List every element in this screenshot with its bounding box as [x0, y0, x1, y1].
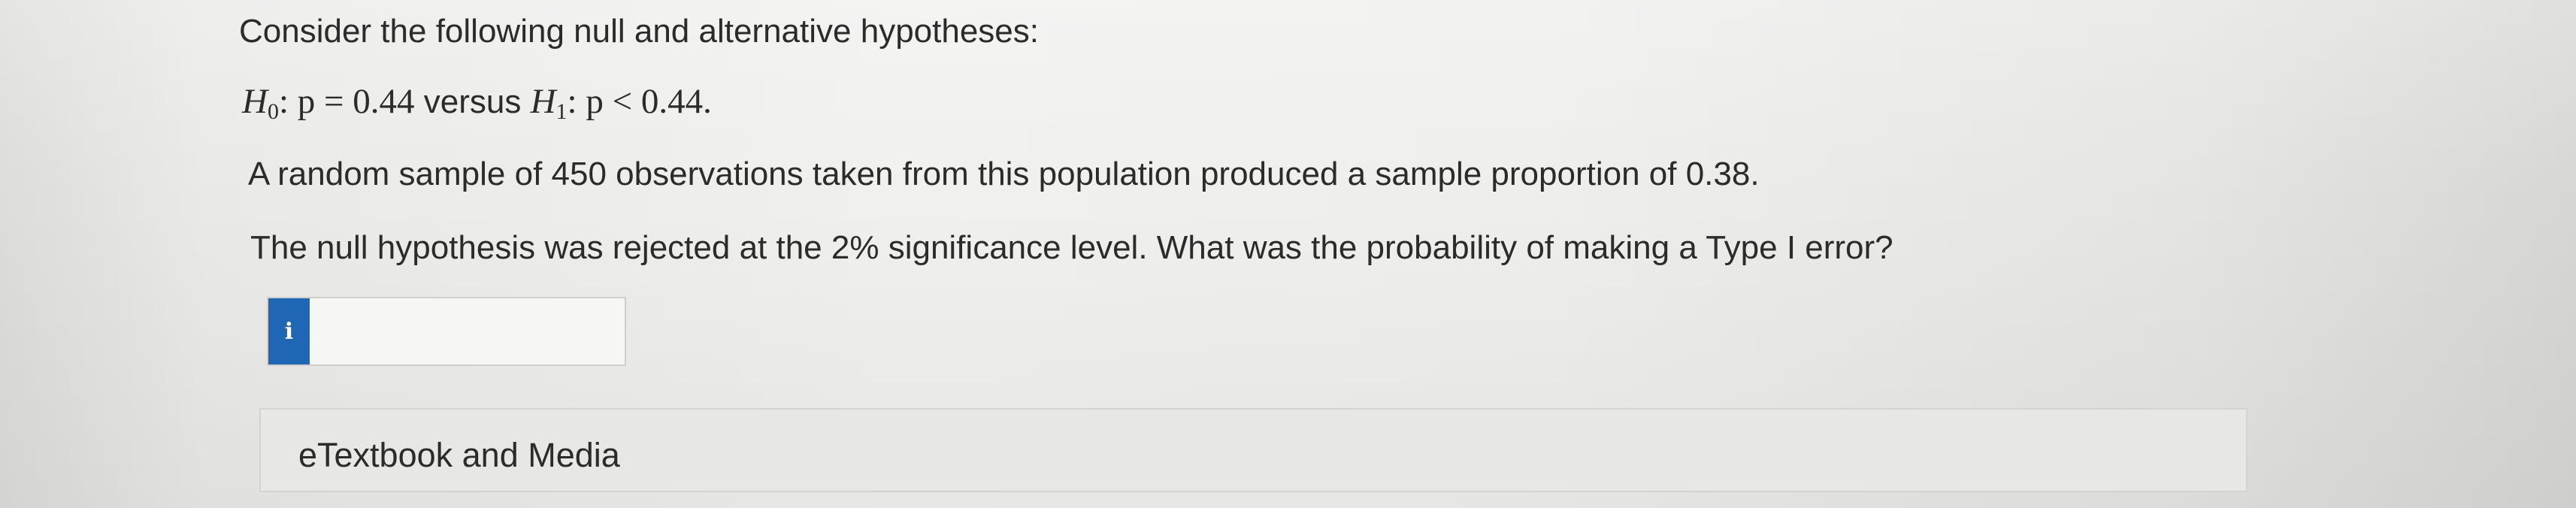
sample-statement: A random sample of 450 observations take…	[248, 156, 1760, 192]
alternative-hypothesis: H1: p < 0.44.	[530, 82, 712, 124]
hypotheses-statement: H0: p = 0.44 versus H1: p < 0.44.	[242, 84, 712, 123]
question-intro: Consider the following null and alternat…	[239, 13, 1039, 50]
answer-input[interactable]	[311, 298, 623, 364]
info-icon[interactable]: i	[268, 298, 310, 364]
question-prompt: The null hypothesis was rejected at the …	[250, 229, 1893, 266]
versus-connector: versus	[423, 83, 522, 120]
etextbook-and-media-button[interactable]: eTextbook and Media	[259, 408, 2248, 492]
answer-field[interactable]: i	[267, 297, 626, 366]
null-hypothesis: H0: p = 0.44	[242, 82, 415, 124]
etextbook-label: eTextbook and Media	[298, 436, 620, 474]
